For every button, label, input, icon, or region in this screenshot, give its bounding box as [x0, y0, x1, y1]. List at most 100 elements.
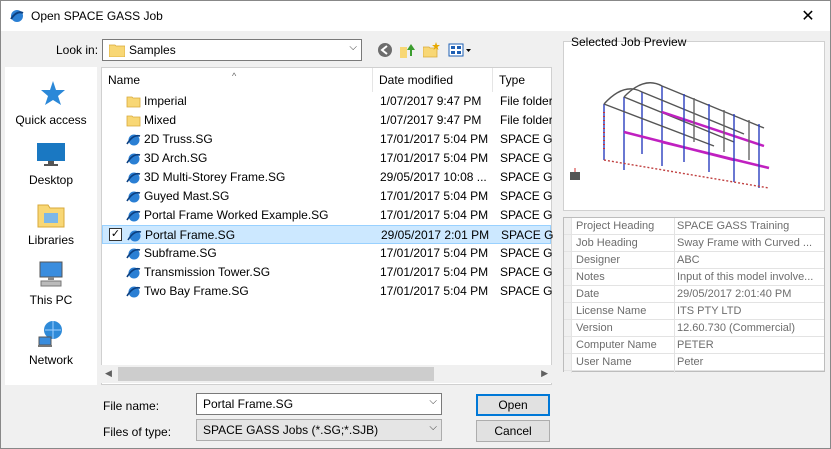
- up-folder-button[interactable]: [399, 41, 419, 59]
- file-date: 17/01/2017 5:04 PM: [380, 189, 489, 203]
- folder-icon: [126, 96, 141, 108]
- view-menu-button[interactable]: [447, 41, 473, 59]
- column-header-date[interactable]: Date modified: [373, 68, 493, 92]
- back-button[interactable]: [375, 41, 395, 59]
- new-folder-button[interactable]: [422, 41, 442, 59]
- property-key: Date: [576, 288, 600, 300]
- libraries-icon: [37, 204, 65, 228]
- file-row[interactable]: Two Bay Frame.SG 17/01/2017 5:04 PM SPACE …: [102, 282, 552, 301]
- file-name: 3D Arch.SG: [144, 151, 208, 165]
- property-key: Version: [576, 322, 613, 334]
- scroll-right-icon[interactable]: ▶: [541, 368, 548, 379]
- space-gass-file-icon: [126, 134, 141, 146]
- file-name: Imperial: [144, 94, 187, 108]
- file-date: 17/01/2017 5:04 PM: [380, 265, 489, 279]
- file-name: Subframe.SG: [144, 246, 217, 260]
- file-row[interactable]: Mixed 1/07/2017 9:47 PM File folder: [102, 111, 552, 130]
- file-type: SPACE GASS: [500, 170, 552, 184]
- file-name: Mixed: [144, 113, 177, 127]
- property-key: Designer: [576, 254, 621, 266]
- place-network[interactable]: Network: [5, 313, 97, 371]
- look-in-dropdown[interactable]: Samples ⌵: [102, 39, 362, 61]
- close-icon[interactable]: ✕: [786, 1, 830, 31]
- file-type: SPACE GASS: [500, 208, 552, 222]
- file-date: 17/01/2017 5:04 PM: [380, 151, 489, 165]
- file-date: 17/01/2017 5:04 PM: [380, 284, 489, 298]
- portal-frame-preview-image: [570, 82, 770, 189]
- property-key: Project Heading: [576, 220, 655, 232]
- file-name-input[interactable]: Portal Frame.SG ⌵: [196, 393, 442, 415]
- property-row: Computer Name PETER: [564, 337, 824, 354]
- back-arrow-icon: [378, 43, 392, 57]
- file-row[interactable]: Portal Frame Worked Example.SG 17/01/2017…: [102, 206, 552, 225]
- new-folder-icon: [423, 42, 440, 58]
- preview-label: Selected Job Preview: [571, 35, 687, 49]
- chevron-down-icon[interactable]: ⌵: [429, 396, 437, 407]
- place-label: Quick access: [15, 113, 87, 127]
- file-name: Two Bay Frame.SG: [144, 284, 249, 298]
- place-label: This PC: [29, 293, 73, 307]
- space-gass-file-icon: [126, 210, 141, 222]
- checkbox-checked-icon[interactable]: ✓: [109, 228, 122, 241]
- place-desktop[interactable]: Desktop: [5, 133, 97, 191]
- open-button[interactable]: Open: [476, 394, 550, 416]
- property-value: ABC: [677, 254, 700, 266]
- space-gass-file-icon: [126, 267, 141, 279]
- sort-ascending-icon: ^: [232, 71, 237, 81]
- file-row[interactable]: Transmission Tower.SG 17/01/2017 5:04 PM S…: [102, 263, 552, 282]
- file-name: 2D Truss.SG: [144, 132, 213, 146]
- file-date: 1/07/2017 9:47 PM: [380, 113, 482, 127]
- property-key: Notes: [576, 271, 605, 283]
- file-row[interactable]: 3D Arch.SG 17/01/2017 5:04 PM SPACE GASS: [102, 149, 552, 168]
- file-row[interactable]: Subframe.SG 17/01/2017 5:04 PM SPACE GASS: [102, 244, 552, 263]
- place-this-pc[interactable]: This PC: [5, 253, 97, 311]
- files-of-type-value: SPACE GASS Jobs (*.SG;*.SJB): [203, 423, 379, 437]
- column-header-type[interactable]: Type: [493, 68, 553, 92]
- file-type: SPACE GASS: [501, 228, 553, 242]
- file-row[interactable]: ✓ Portal Frame.SG 29/05/2017 2:01 PM SPACE …: [102, 225, 553, 244]
- file-row[interactable]: 2D Truss.SG 17/01/2017 5:04 PM SPACE GASS: [102, 130, 552, 149]
- property-row: Version 12.60.730 (Commercial): [564, 320, 824, 337]
- files-of-type-label: Files of type:: [103, 425, 172, 439]
- file-type: SPACE GASS: [500, 151, 552, 165]
- network-icon: [38, 321, 62, 347]
- place-label: Libraries: [27, 233, 75, 247]
- files-of-type-dropdown[interactable]: SPACE GASS Jobs (*.SG;*.SJB) ⌵: [196, 419, 442, 441]
- chevron-down-icon: ⌵: [349, 42, 357, 53]
- file-date: 29/05/2017 10:08 ...: [380, 170, 487, 184]
- place-libraries[interactable]: Libraries: [5, 193, 97, 251]
- file-date: 17/01/2017 5:04 PM: [380, 246, 489, 260]
- property-value: Sway Frame with Curved ...: [677, 237, 813, 249]
- look-in-value: Samples: [129, 43, 176, 57]
- property-value: PETER: [677, 339, 714, 351]
- place-quick-access[interactable]: Quick access: [5, 73, 97, 131]
- property-value: 12.60.730 (Commercial): [677, 322, 795, 334]
- open-job-dialog: Open SPACE GASS Job ✕ Look in: Samples ⌵: [0, 0, 831, 449]
- file-row[interactable]: 3D Multi-Storey Frame.SG 29/05/2017 10:08…: [102, 168, 552, 187]
- folder-icon: [126, 115, 141, 127]
- property-row: License Name ITS PTY LTD: [564, 303, 824, 320]
- file-type: SPACE GASS: [500, 189, 552, 203]
- property-value: Peter: [677, 356, 704, 368]
- horizontal-scrollbar[interactable]: ◀ ▶: [101, 365, 552, 383]
- file-type: File folder: [500, 94, 552, 108]
- column-header-name[interactable]: ^ Name: [102, 68, 373, 92]
- space-gass-file-icon: [126, 172, 141, 184]
- title-bar: Open SPACE GASS Job ✕: [1, 1, 830, 31]
- file-row[interactable]: Guyed Mast.SG 17/01/2017 5:04 PM SPACE GAS…: [102, 187, 552, 206]
- file-date: 17/01/2017 5:04 PM: [380, 208, 489, 222]
- scroll-left-icon[interactable]: ◀: [105, 368, 112, 379]
- file-type: SPACE GASS: [500, 132, 552, 146]
- chevron-down-icon: ⌵: [429, 422, 437, 433]
- scrollbar-thumb[interactable]: [118, 367, 434, 381]
- file-name: Portal Frame.SG: [145, 228, 236, 242]
- space-gass-file-icon: [127, 230, 142, 242]
- property-value: SPACE GASS Training: [677, 220, 790, 232]
- place-label: Network: [28, 353, 73, 367]
- file-name: 3D Multi-Storey Frame.SG: [144, 170, 286, 184]
- file-row[interactable]: Imperial 1/07/2017 9:47 PM File folder: [102, 92, 552, 111]
- cancel-button[interactable]: Cancel: [476, 420, 550, 442]
- star-icon: [41, 81, 65, 105]
- file-type: SPACE GASS: [500, 284, 552, 298]
- property-row: Job Heading Sway Frame with Curved ...: [564, 235, 824, 252]
